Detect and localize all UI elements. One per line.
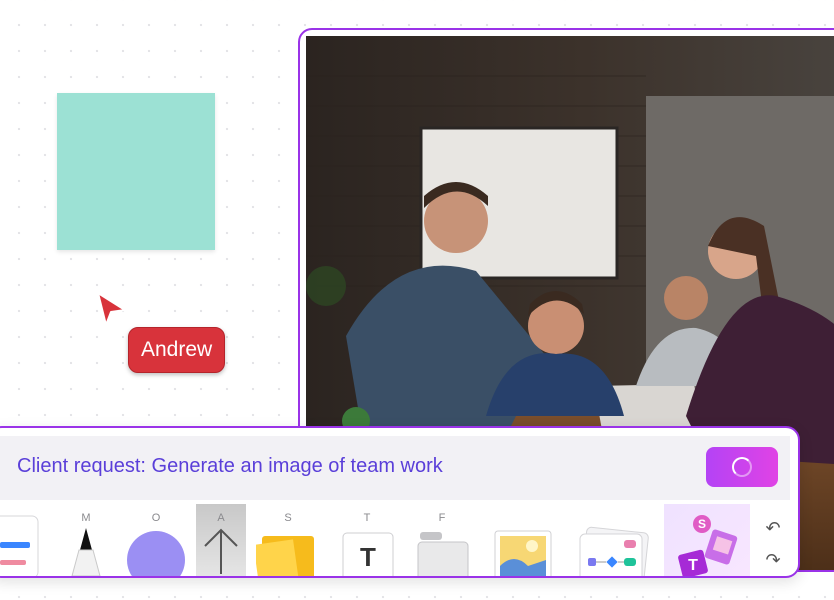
tool-shortcut: F	[438, 512, 446, 524]
tool-shape[interactable]: O	[124, 504, 188, 576]
flowchart-icon	[579, 526, 649, 576]
marker-icon	[71, 528, 101, 576]
cards-icon	[0, 515, 39, 576]
svg-text:T: T	[688, 557, 698, 574]
tool-shortcut: A	[217, 512, 225, 524]
prompt-bar[interactable]: Client request: Generate an image of tea…	[0, 436, 790, 500]
tool-templates[interactable]	[576, 504, 650, 576]
spinner-icon	[732, 457, 752, 477]
generate-button[interactable]	[706, 447, 778, 487]
tool-ai[interactable]: S T	[664, 504, 750, 576]
tool-shortcut: M	[81, 512, 91, 524]
history-controls: ↶ ↷	[762, 512, 784, 576]
tool-shortcut: O	[151, 512, 161, 524]
svg-text:T: T	[360, 542, 376, 572]
tool-marker[interactable]: M	[62, 504, 110, 576]
tool-cards[interactable]	[0, 504, 42, 576]
toolbar: M O A S T T F S T	[0, 504, 798, 576]
svg-text:S: S	[698, 517, 706, 531]
undo-icon[interactable]: ↶	[762, 512, 784, 544]
collaborator-name-tag: Andrew	[128, 327, 226, 373]
sticky-note[interactable]	[57, 93, 215, 250]
tool-sticky[interactable]: S	[256, 504, 320, 576]
redo-icon[interactable]: ↷	[762, 544, 784, 576]
image-icon	[494, 530, 552, 576]
ai-generate-panel: Client request: Generate an image of tea…	[0, 426, 800, 578]
prompt-text[interactable]: Client request: Generate an image of tea…	[17, 455, 443, 478]
tool-shortcut: S	[284, 512, 292, 524]
circle-shape-icon	[127, 531, 185, 576]
tool-image[interactable]	[492, 504, 552, 576]
tool-text[interactable]: T T	[340, 504, 394, 576]
arrow-icon	[204, 528, 238, 574]
frame-icon	[417, 532, 469, 576]
tool-arrow[interactable]: A	[196, 504, 246, 576]
sticky-note-icon	[256, 536, 314, 576]
ai-icon: S T	[678, 515, 738, 576]
tool-shortcut: T	[363, 512, 371, 524]
collaborator-cursor-icon	[97, 292, 126, 326]
tool-frame[interactable]: F	[414, 504, 470, 576]
text-icon: T	[342, 532, 394, 576]
